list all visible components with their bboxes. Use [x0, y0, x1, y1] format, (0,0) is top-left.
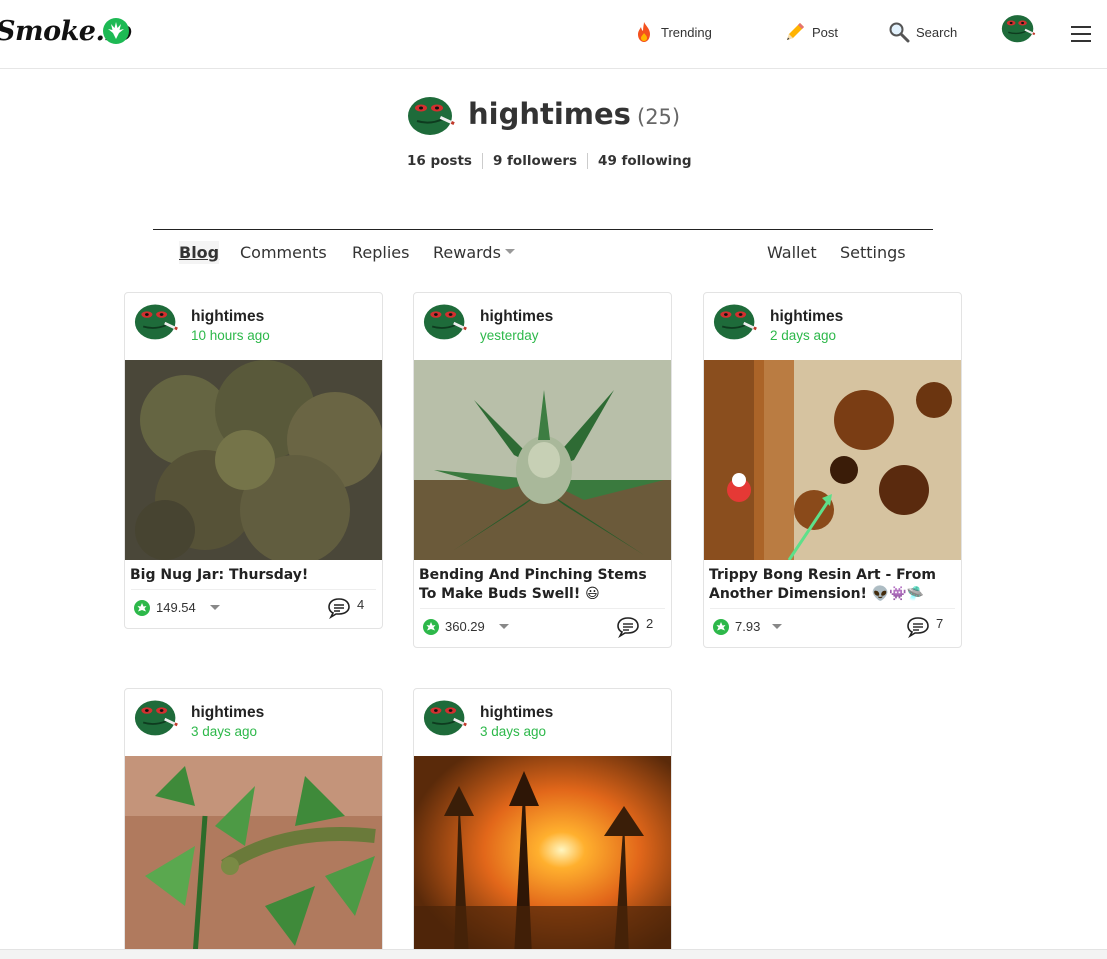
card-footer: 149.54 4	[131, 589, 376, 627]
post-card[interactable]: hightimes yesterday Bending And Pinching…	[413, 292, 672, 648]
nav-search-label: Search	[916, 24, 958, 40]
stat-posts: 16 posts	[407, 153, 472, 169]
author-name[interactable]: hightimes	[770, 308, 843, 326]
card-header: hightimes yesterday	[414, 293, 671, 360]
nav-post-label: Post	[812, 24, 839, 40]
payout-chevron-icon[interactable]	[499, 624, 509, 629]
comment-icon[interactable]	[906, 616, 930, 638]
card-footer: 7.93 7	[710, 608, 955, 646]
fire-icon	[633, 21, 655, 43]
profile-tabs: Blog Comments Replies Rewards Wallet Set…	[153, 229, 933, 279]
profile-stats: 16 posts 9 followers 49 following	[407, 153, 702, 169]
post-thumbnail[interactable]	[414, 756, 671, 956]
comment-icon[interactable]	[616, 616, 640, 638]
profile-name: hightimes	[468, 97, 631, 131]
payout-chevron-icon[interactable]	[210, 605, 220, 610]
comment-count[interactable]: 7	[936, 616, 943, 631]
user-avatar[interactable]	[1001, 13, 1037, 43]
author-avatar[interactable]	[713, 301, 759, 341]
tab-blog[interactable]: Blog	[179, 241, 220, 264]
post-thumbnail[interactable]	[704, 360, 961, 560]
post-time[interactable]: 3 days ago	[191, 724, 257, 739]
author-name[interactable]: hightimes	[191, 704, 264, 722]
leaf-icon[interactable]	[103, 18, 129, 44]
tab-replies[interactable]: Replies	[352, 243, 409, 262]
chevron-down-icon	[504, 249, 515, 254]
pencil-icon	[784, 21, 806, 43]
author-avatar[interactable]	[134, 697, 180, 737]
card-header: hightimes 10 hours ago	[125, 293, 382, 360]
steem-power-icon	[134, 600, 150, 616]
author-avatar[interactable]	[134, 301, 180, 341]
payout-chevron-icon[interactable]	[772, 624, 782, 629]
post-card[interactable]: hightimes 3 days ago	[124, 688, 383, 959]
stat-followers[interactable]: 9 followers	[481, 153, 587, 169]
nav-post[interactable]: Post	[784, 20, 838, 44]
stat-following[interactable]: 49 following	[587, 153, 702, 169]
magnifier-icon	[888, 21, 910, 43]
post-time[interactable]: 2 days ago	[770, 328, 836, 343]
tab-settings[interactable]: Settings	[840, 243, 906, 262]
payout-value[interactable]: 7.93	[735, 619, 760, 634]
card-header: hightimes 3 days ago	[125, 689, 382, 756]
nav-trending[interactable]: Trending	[633, 20, 712, 44]
top-navbar: Smoke.io Trending Post Search	[0, 0, 1107, 69]
card-footer: 360.29 2	[420, 608, 665, 646]
card-header: hightimes 2 days ago	[704, 293, 961, 360]
post-time[interactable]: 10 hours ago	[191, 328, 270, 343]
tab-comments[interactable]: Comments	[240, 243, 327, 262]
steem-power-icon	[423, 619, 439, 635]
tab-rewards-label: Rewards	[433, 243, 501, 262]
comment-count[interactable]: 2	[646, 616, 653, 631]
post-thumbnail[interactable]	[414, 360, 671, 560]
author-name[interactable]: hightimes	[480, 704, 553, 722]
post-card[interactable]: hightimes 2 days ago Trippy Bong Resin A…	[703, 292, 962, 648]
post-card[interactable]: hightimes 3 days ago	[413, 688, 672, 959]
menu-icon[interactable]	[1071, 26, 1091, 42]
author-avatar[interactable]	[423, 697, 469, 737]
author-name[interactable]: hightimes	[480, 308, 553, 326]
post-card[interactable]: hightimes 10 hours ago Big Nug Jar: Thur…	[124, 292, 383, 629]
payout-value[interactable]: 360.29	[445, 619, 485, 634]
profile-reputation: (25)	[637, 105, 681, 129]
post-title[interactable]: Bending And Pinching Stems To Make Buds …	[414, 560, 671, 604]
post-thumbnail[interactable]	[125, 360, 382, 560]
post-title[interactable]: Big Nug Jar: Thursday!	[125, 560, 382, 585]
post-time[interactable]: 3 days ago	[480, 724, 546, 739]
nav-trending-label: Trending	[661, 24, 712, 40]
comment-icon[interactable]	[327, 597, 351, 619]
author-name[interactable]: hightimes	[191, 308, 264, 326]
nav-search[interactable]: Search	[888, 20, 957, 44]
horizontal-scrollbar[interactable]	[0, 949, 1107, 959]
payout-value[interactable]: 149.54	[156, 600, 196, 615]
steem-power-icon	[713, 619, 729, 635]
post-time[interactable]: yesterday	[480, 328, 539, 343]
profile-avatar	[407, 94, 457, 136]
tab-rewards[interactable]: Rewards	[433, 243, 515, 262]
comment-count[interactable]: 4	[357, 597, 364, 612]
tab-wallet[interactable]: Wallet	[767, 243, 817, 262]
post-title[interactable]: Trippy Bong Resin Art - From Another Dim…	[704, 560, 961, 604]
author-avatar[interactable]	[423, 301, 469, 341]
card-header: hightimes 3 days ago	[414, 689, 671, 756]
post-thumbnail[interactable]	[125, 756, 382, 956]
